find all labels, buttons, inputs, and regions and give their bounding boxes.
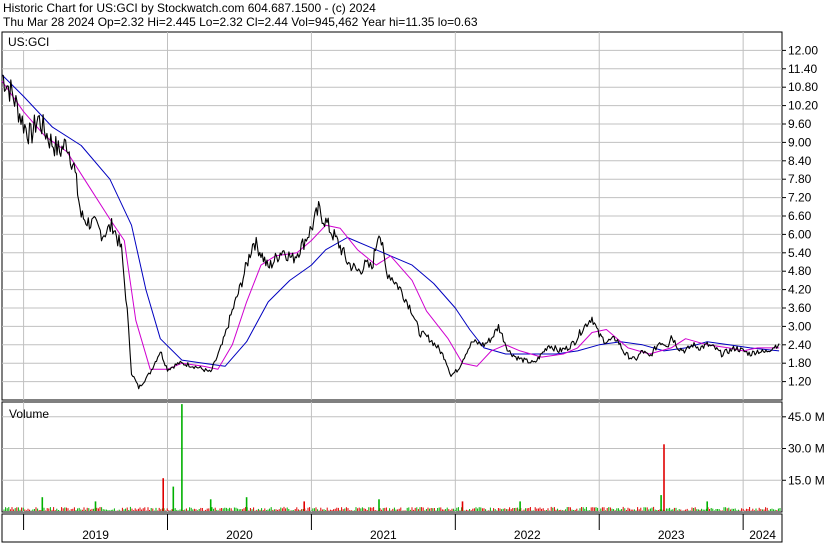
price-y-tick-label: 3.60 — [788, 301, 812, 315]
price-y-tick-label: 1.20 — [788, 375, 812, 389]
price-y-tick-label: 11.40 — [788, 62, 817, 76]
x-tick-label: 2022 — [514, 528, 541, 542]
x-tick-label: 2021 — [370, 528, 397, 542]
price-panel: US:GCI 12.00 11.40 10.80 10.20 9.60 9.00 8.40 7… — [1, 31, 818, 401]
x-tick-label: 2019 — [82, 528, 109, 542]
price-y-tick-label: 4.80 — [788, 264, 812, 278]
price-y-tick-label: 6.00 — [788, 227, 812, 241]
price-y-tick-label: 7.80 — [788, 172, 812, 186]
price-y-tick-label: 9.00 — [788, 135, 812, 149]
price-grid — [2, 32, 782, 400]
price-y-tick-label: 10.20 — [788, 99, 818, 113]
stock-chart: Historic Chart for US:GCI by Stockwatch.… — [1, 1, 825, 543]
x-tick-label: 2024 — [749, 528, 776, 542]
chart-header-quote: Thu Mar 28 2024 Op=2.32 Hi=2.445 Lo=2.32… — [3, 15, 478, 29]
price-y-axis: 12.00 11.40 10.80 10.20 9.60 9.00 8.40 7.80 7.20… — [782, 43, 818, 389]
price-y-tick-label: 7.20 — [788, 191, 812, 205]
price-y-tick-label: 6.60 — [788, 209, 812, 223]
price-y-tick-label: 5.40 — [788, 246, 812, 260]
volume-panel-frame — [1, 401, 783, 513]
volume-y-tick-label: 45.0 M — [788, 410, 825, 424]
volume-y-tick-label: 15.0 M — [788, 473, 825, 487]
symbol-label: US:GCI — [8, 35, 49, 49]
volume-panel: Volume 45.0 M 30.0 M 15.0 M — [1, 401, 825, 513]
price-y-tick-label: 9.60 — [788, 117, 812, 131]
price-y-tick-label: 4.20 — [788, 283, 812, 297]
price-y-tick-label: 3.00 — [788, 319, 812, 333]
price-y-tick-label: 8.40 — [788, 154, 812, 168]
volume-y-axis: 45.0 M 30.0 M 15.0 M — [782, 410, 825, 487]
price-y-tick-label: 1.80 — [788, 356, 812, 370]
price-y-tick-label: 2.40 — [788, 338, 812, 352]
price-y-tick-label: 12.00 — [788, 43, 818, 57]
price-y-tick-label: 10.80 — [788, 80, 818, 94]
x-axis: 2019 2020 2021 2022 2023 2024 — [1, 513, 783, 543]
x-tick-label: 2023 — [658, 528, 685, 542]
x-tick-label: 2020 — [226, 528, 253, 542]
volume-label: Volume — [9, 407, 49, 421]
chart-header-title: Historic Chart for US:GCI by Stockwatch.… — [3, 1, 376, 15]
volume-y-tick-label: 30.0 M — [788, 442, 825, 456]
